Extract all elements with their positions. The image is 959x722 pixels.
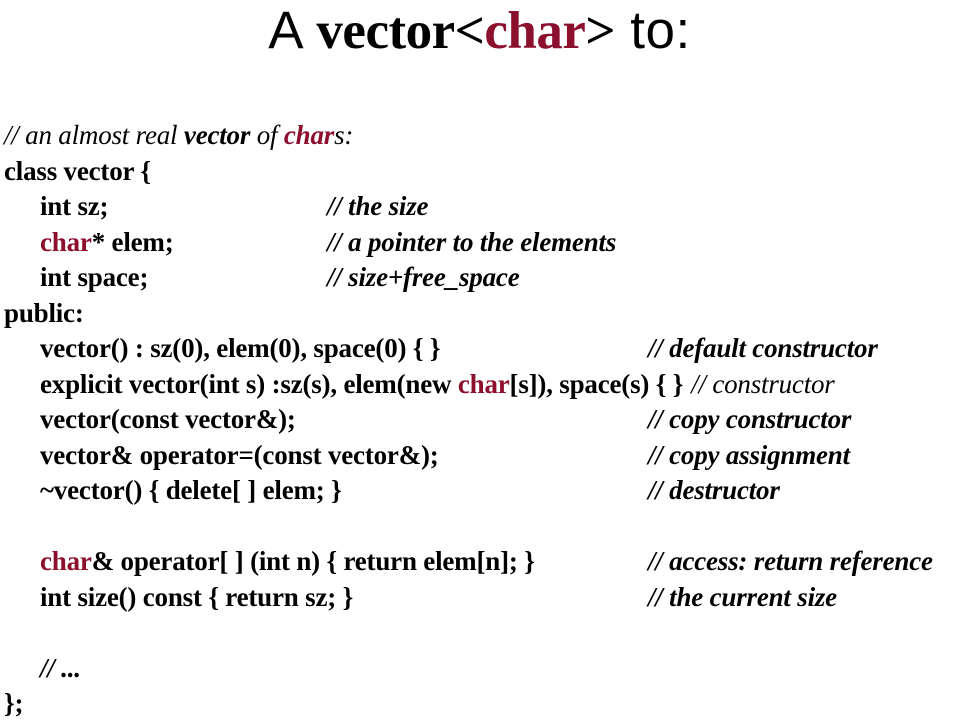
code-explicit-constructor-post: [s]), space(s) { } bbox=[509, 368, 684, 399]
code-comment-copy-constructor: // copy constructor bbox=[648, 404, 852, 434]
code-line: vector() : sz(0), elem(0), space(0) { } … bbox=[0, 331, 959, 367]
code-listing: // an almost real vector of chars: class… bbox=[0, 118, 959, 718]
comment-text-of: of bbox=[250, 120, 284, 150]
code-explicit-constructor-pre: explicit vector(int s) :sz(s), elem(new bbox=[40, 368, 458, 399]
code-comment-space: // size+free_space bbox=[327, 262, 520, 292]
code-keyword-char: char bbox=[40, 226, 92, 257]
code-subscript-operator-rest: & operator[ ] (int n) { return elem[n]; … bbox=[91, 546, 535, 576]
code-access-specifier: public: bbox=[4, 297, 84, 328]
comment-text-vector: vector bbox=[183, 120, 251, 150]
code-line: ~vector() { delete[ ] elem; } // destruc… bbox=[0, 473, 959, 509]
code-comment-subscript-operator: // access: return reference bbox=[648, 546, 933, 576]
code-comment-copy-assignment: // copy assignment bbox=[648, 439, 850, 470]
code-line: int sz; // the size bbox=[0, 189, 959, 225]
page-title-suffix: to: bbox=[615, 1, 691, 60]
code-copy-assignment: vector& operator=(const vector&); bbox=[40, 439, 439, 470]
code-destructor: ~vector() { delete[ ] elem; } bbox=[40, 475, 342, 505]
code-comment-destructor: // destructor bbox=[648, 475, 780, 505]
code-member-elem: char* elem; bbox=[40, 225, 174, 261]
code-comment-constructor: // constructor bbox=[691, 368, 835, 399]
comment-text-pre: // an almost real bbox=[4, 120, 184, 150]
page-title: A vector<char> to: bbox=[0, 0, 959, 64]
code-member-space: int space; bbox=[40, 262, 149, 292]
code-comment-header: // an almost real vector of chars: bbox=[4, 118, 353, 154]
code-line: // ... bbox=[0, 651, 959, 687]
code-comment-ellipsis: // ... bbox=[40, 652, 81, 683]
code-line: vector(const vector&); // copy construct… bbox=[0, 402, 959, 438]
code-class-close: }; bbox=[4, 688, 24, 718]
comment-text-char: char bbox=[283, 120, 335, 150]
code-copy-constructor: vector(const vector&); bbox=[40, 404, 296, 434]
page-title-code-pre: vector< bbox=[316, 2, 485, 60]
code-default-constructor: vector() : sz(0), elem(0), space(0) { } bbox=[40, 333, 441, 363]
code-class-declaration: class vector { bbox=[4, 155, 151, 186]
code-comment-sz: // the size bbox=[327, 191, 429, 221]
code-line: // an almost real vector of chars: bbox=[0, 118, 959, 154]
page-title-code-post: > bbox=[585, 2, 616, 60]
code-line: public: bbox=[0, 296, 959, 332]
code-member-elem-rest: * elem; bbox=[91, 226, 174, 257]
code-explicit-constructor: explicit vector(int s) :sz(s), elem(new … bbox=[40, 367, 835, 403]
code-comment-size-method: // the current size bbox=[648, 581, 837, 612]
code-comment-elem: // a pointer to the elements bbox=[327, 226, 617, 257]
code-size-method: int size() const { return sz; } bbox=[40, 581, 354, 612]
code-line: char* elem; // a pointer to the elements bbox=[0, 225, 959, 261]
code-keyword-char: char bbox=[457, 368, 510, 399]
code-line: int space; // size+free_space bbox=[0, 260, 959, 296]
code-member-sz: int sz; bbox=[40, 191, 109, 221]
code-line: vector& operator=(const vector&); // cop… bbox=[0, 438, 959, 474]
code-line: }; bbox=[0, 686, 959, 722]
code-line: char& operator[ ] (int n) { return elem[… bbox=[0, 544, 959, 580]
page-title-code-type: char bbox=[484, 2, 586, 60]
code-comment-default-constructor: // default constructor bbox=[648, 333, 878, 363]
page-title-prefix: A bbox=[268, 1, 317, 60]
code-line: int size() const { return sz; } // the c… bbox=[0, 580, 959, 616]
code-line: explicit vector(int s) :sz(s), elem(new … bbox=[0, 367, 959, 403]
code-line: class vector { bbox=[0, 154, 959, 190]
code-keyword-char: char bbox=[40, 546, 92, 576]
code-subscript-operator: char& operator[ ] (int n) { return elem[… bbox=[40, 544, 535, 580]
comment-text-post: s: bbox=[334, 120, 354, 150]
